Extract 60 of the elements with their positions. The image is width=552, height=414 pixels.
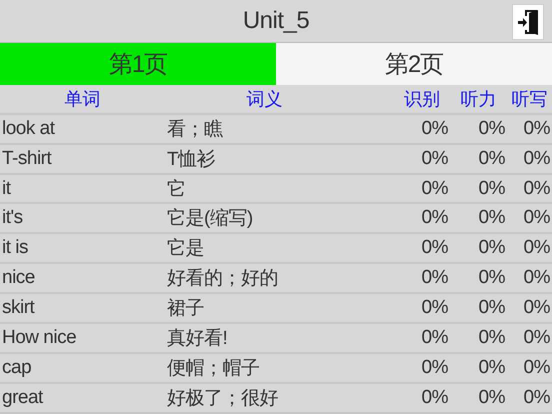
column-header[interactable]: 识别 xyxy=(394,86,450,111)
percent-cell-text: 0% xyxy=(420,148,449,170)
column-header[interactable]: 听写 xyxy=(507,86,552,111)
percent-cell-text: 0% xyxy=(522,297,551,320)
meaning-cell-text: 好极了；很好 xyxy=(166,386,279,411)
meaning-cell-text: 真好看! xyxy=(166,327,228,352)
word-cell-text: it xyxy=(1,178,12,200)
percent-cell-text: 0% xyxy=(478,357,506,380)
word-cell-text: great xyxy=(1,386,44,409)
percent-cell-text: 0% xyxy=(522,178,551,200)
meaning-cell-text: 看；瞧 xyxy=(166,118,224,142)
percent-cell-text: 0% xyxy=(420,386,449,409)
meaning-cell-text: 好看的；好的 xyxy=(166,267,279,292)
word-cell-text: nice xyxy=(1,267,36,290)
word-cell-text: look at xyxy=(1,118,56,140)
percent-cell-text: 0% xyxy=(478,118,506,140)
percent-cell-text: 0% xyxy=(522,327,551,350)
exit-button[interactable] xyxy=(512,4,544,40)
percent-cell-text: 0% xyxy=(420,297,449,320)
percent-cell-text: 0% xyxy=(522,118,551,140)
percent-cell-text: 0% xyxy=(420,118,449,140)
column-header[interactable]: 单词 xyxy=(0,86,165,111)
exit-door-icon xyxy=(517,8,539,36)
percent-cell-text: 0% xyxy=(522,148,551,170)
percent-cell-text: 0% xyxy=(522,267,551,290)
percent-cell-text: 0% xyxy=(420,237,449,260)
percent-cell-text: 0% xyxy=(522,237,551,260)
percent-cell-text: 0% xyxy=(420,178,449,200)
meaning-cell-text: 便帽；帽子 xyxy=(166,357,260,382)
word-cell-text: How nice xyxy=(1,327,78,350)
column-header[interactable]: 听力 xyxy=(450,86,507,111)
page-tab[interactable]: 第2页 xyxy=(276,42,552,85)
meaning-cell-text: 它是 xyxy=(166,237,205,262)
page-title: Unit_5 xyxy=(242,6,310,35)
word-cell-text: skirt xyxy=(1,297,36,320)
word-cell-text: T-shirt xyxy=(1,148,53,170)
meaning-cell-text: 它 xyxy=(166,178,186,202)
percent-cell-text: 0% xyxy=(420,267,449,290)
meaning-cell-text: T恤衫 xyxy=(166,148,216,172)
percent-cell-text: 0% xyxy=(478,237,506,260)
page-tab[interactable]: 第1页 xyxy=(0,42,276,85)
percent-cell-text: 0% xyxy=(522,386,551,409)
percent-cell-text: 0% xyxy=(478,267,506,290)
percent-cell-text: 0% xyxy=(420,207,449,230)
meaning-cell-text: 裙子 xyxy=(166,297,205,322)
percent-cell-text: 0% xyxy=(478,297,506,320)
percent-cell-text: 0% xyxy=(522,357,551,380)
percent-cell-text: 0% xyxy=(478,178,506,200)
percent-cell-text: 0% xyxy=(420,357,449,380)
percent-cell-text: 0% xyxy=(478,327,506,350)
percent-cell-text: 0% xyxy=(478,148,506,170)
percent-cell-text: 0% xyxy=(478,386,506,409)
percent-cell-text: 0% xyxy=(522,207,551,230)
word-cell-text: cap xyxy=(1,357,32,380)
word-cell-text: it is xyxy=(1,237,29,260)
percent-cell-text: 0% xyxy=(478,207,506,230)
percent-cell-text: 0% xyxy=(420,327,449,350)
meaning-cell-text: 它是(缩写) xyxy=(166,207,254,232)
column-header[interactable]: 词义 xyxy=(165,86,394,111)
word-cell-text: it's xyxy=(1,207,24,230)
